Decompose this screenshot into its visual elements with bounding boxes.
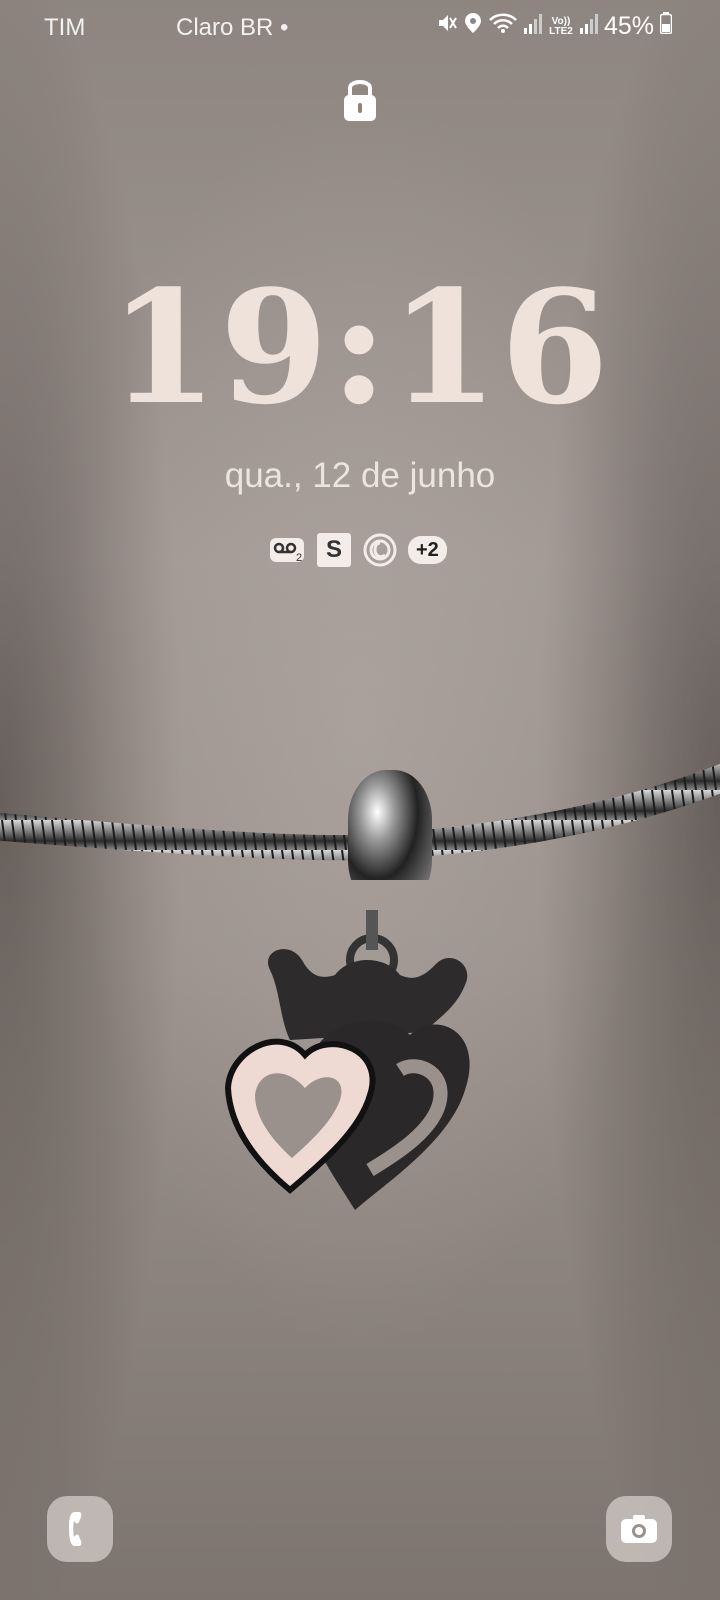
lockscreen-date: qua., 12 de junho [224,456,496,495]
lock-icon[interactable] [342,76,378,122]
camera-shortcut-button[interactable] [606,1496,672,1562]
wallpaper [0,0,720,1600]
s-app-label: S [317,533,351,567]
mute-icon [436,12,458,41]
wifi-icon [488,12,518,41]
lockscreen-clock: 19:16 [109,256,611,439]
voicemail-badge: 2 [296,552,302,564]
more-notifications-badge[interactable]: +2 [408,536,447,564]
signal-icon [579,13,598,41]
status-icons: Vo)) LTE2 45% [436,12,673,41]
carrier-left-label: TIM [44,14,86,41]
phone-shortcut-button[interactable] [47,1496,113,1562]
status-bar: TIM Claro BR • Vo)) LTE2 45% [0,0,720,54]
voicemail-icon[interactable]: 2 [270,532,306,568]
carrier-label: Claro BR • [176,14,288,42]
signal-icon [523,13,542,41]
battery-percent: 45% [603,12,654,40]
notification-icons[interactable]: 2 S +2 [270,532,447,568]
location-icon [464,12,482,41]
phone-icon [69,1512,82,1546]
carrier-dot: • [280,14,289,41]
battery-icon [659,12,673,41]
s-app-icon[interactable]: S [316,532,352,568]
volte-lte2-icon: Vo)) LTE2 [549,15,573,37]
heart-charm [224,910,470,1210]
threads-icon[interactable] [362,532,398,568]
camera-icon [621,1515,657,1543]
carrier-name: Claro BR [176,14,274,41]
